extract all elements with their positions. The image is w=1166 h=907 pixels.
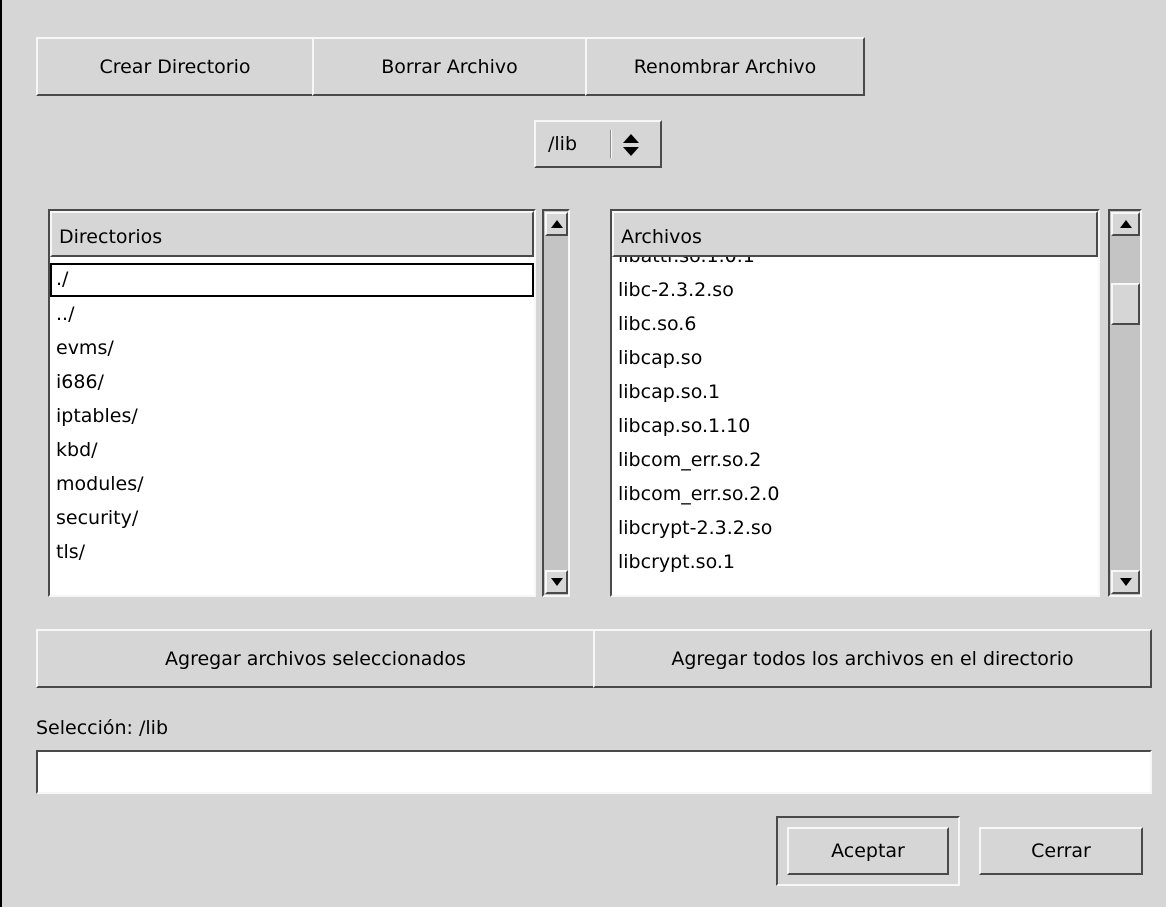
arrow-up-icon [1119, 220, 1132, 228]
files-list[interactable]: libattr.so.1.0.1 libc-2.3.2.so libc.so.6… [610, 209, 1100, 597]
directories-column-header[interactable]: Directorios [50, 211, 534, 257]
list-item[interactable]: kbd/ [50, 433, 534, 467]
updown-arrows-icon [623, 134, 639, 156]
option-divider [610, 130, 612, 158]
files-scrollbar[interactable] [1108, 209, 1142, 597]
list-item[interactable]: libcap.so.1 [612, 375, 1098, 409]
list-item[interactable]: ../ [50, 297, 534, 331]
rename-file-button[interactable]: Renombrar Archivo [585, 37, 865, 96]
list-item[interactable]: i686/ [50, 365, 534, 399]
scroll-up-button[interactable] [1111, 212, 1140, 236]
add-selected-files-button[interactable]: Agregar archivos seleccionados [36, 629, 595, 688]
files-items: libattr.so.1.0.1 libc-2.3.2.so libc.so.6… [612, 245, 1098, 579]
scroll-down-button[interactable] [545, 570, 568, 594]
selection-label: Selección: /lib [36, 717, 169, 739]
scroll-thumb[interactable] [1111, 283, 1140, 325]
add-all-files-button[interactable]: Agregar todos los archivos en el directo… [593, 629, 1152, 688]
scroll-down-button[interactable] [1111, 570, 1140, 594]
files-column-header[interactable]: Archivos [612, 211, 1098, 257]
list-item[interactable]: libcap.so.1.10 [612, 409, 1098, 443]
path-option-menu[interactable]: /lib [534, 120, 662, 168]
path-option-value: /lib [548, 133, 578, 155]
list-item[interactable]: libcrypt.so.1 [612, 545, 1098, 579]
selection-input[interactable] [36, 750, 1152, 794]
delete-file-button[interactable]: Borrar Archivo [312, 37, 587, 96]
list-item[interactable]: tls/ [50, 535, 534, 569]
close-button[interactable]: Cerrar [979, 827, 1143, 875]
list-item[interactable]: security/ [50, 501, 534, 535]
list-item[interactable]: iptables/ [50, 399, 534, 433]
accept-button[interactable]: Aceptar [787, 827, 949, 875]
list-item[interactable]: libc-2.3.2.so [612, 273, 1098, 307]
list-item[interactable]: libcrypt-2.3.2.so [612, 511, 1098, 545]
list-item[interactable]: modules/ [50, 467, 534, 501]
list-item[interactable]: libcom_err.so.2.0 [612, 477, 1098, 511]
arrow-down-icon [550, 578, 563, 586]
list-item[interactable]: evms/ [50, 331, 534, 365]
scroll-up-button[interactable] [545, 212, 568, 236]
list-item[interactable]: libcom_err.so.2 [612, 443, 1098, 477]
directories-items: ./ ../ evms/ i686/ iptables/ kbd/ module… [50, 263, 534, 569]
list-item[interactable]: libcap.so [612, 341, 1098, 375]
arrow-up-icon [550, 220, 563, 228]
arrow-down-icon [1119, 578, 1132, 586]
create-directory-button[interactable]: Crear Directorio [36, 37, 314, 96]
file-selection-dialog: Crear Directorio Borrar Archivo Renombra… [0, 0, 1166, 907]
directories-scrollbar[interactable] [542, 209, 570, 597]
list-item[interactable]: libc.so.6 [612, 307, 1098, 341]
list-item[interactable]: ./ [50, 263, 534, 297]
directories-list[interactable]: Directorios ./ ../ evms/ i686/ iptables/… [48, 209, 536, 597]
